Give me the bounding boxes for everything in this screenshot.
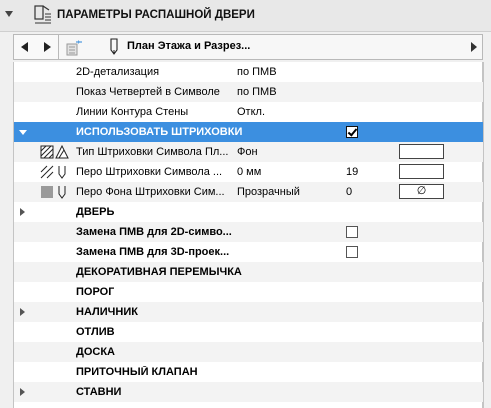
row-label: Перо Штриховки Символа ... xyxy=(76,166,223,178)
row-label: Замена ПМВ для 3D-проек... xyxy=(76,246,230,258)
section-label: СТАВНИ xyxy=(76,386,122,398)
fill-swatch[interactable] xyxy=(399,144,444,159)
expand-triangle-icon[interactable] xyxy=(19,130,27,135)
view-dropdown[interactable]: План Этажа и Разрез... xyxy=(103,35,483,59)
dropdown-arrow-icon xyxy=(471,42,477,52)
expand-triangle-icon[interactable] xyxy=(20,308,25,316)
transparent-swatch[interactable]: ∅ xyxy=(399,184,444,199)
panel-title: ПАРАМЕТРЫ РАСПАШНОЙ ДВЕРИ xyxy=(57,9,255,21)
section-decorative-lintel[interactable]: ДЕКОРАТИВНАЯ ПЕРЕМЫЧКА xyxy=(14,262,483,282)
next-button[interactable] xyxy=(36,35,59,59)
section-vent[interactable]: ПРИТОЧНЫЙ КЛАПАН xyxy=(14,362,483,382)
hatch-pattern-icon xyxy=(40,145,69,159)
section-use-hatching[interactable]: ИСПОЛЬЗОВАТЬ ШТРИХОВКИ xyxy=(14,122,483,142)
list-item[interactable]: Замена ПМВ для 3D-проек... xyxy=(14,242,483,262)
row-label: Показ Четвертей в Символе xyxy=(76,86,220,98)
scrollbar[interactable] xyxy=(483,62,484,408)
row-label: 2D-детализация xyxy=(76,66,160,78)
pen-number[interactable]: 0 xyxy=(346,186,352,198)
expand-triangle-icon[interactable] xyxy=(20,388,25,396)
section-casing[interactable]: НАЛИЧНИК xyxy=(14,302,483,322)
section-label: ИСПОЛЬЗОВАТЬ ШТРИХОВКИ xyxy=(76,126,243,138)
section-label: ПРИТОЧНЫЙ КЛАПАН xyxy=(76,366,198,378)
section-door[interactable]: ДВЕРЬ xyxy=(14,202,483,222)
row-value[interactable]: по ПМВ xyxy=(237,66,277,78)
panel-header[interactable]: ПАРАМЕТРЫ РАСПАШНОЙ ДВЕРИ xyxy=(0,0,491,32)
settings-list: 2D-детализация по ПМВ Показ Четвертей в … xyxy=(13,62,484,408)
row-value: Прозрачный xyxy=(237,186,300,198)
list-item[interactable]: Перо Штриховки Символа ... 0 мм 19 xyxy=(14,162,483,182)
override-3d-checkbox[interactable] xyxy=(346,246,358,258)
arrow-right-icon xyxy=(44,42,51,52)
document-icon xyxy=(66,40,82,56)
list-item[interactable]: Замена ПМВ для 2D-симво... xyxy=(14,222,483,242)
row-value[interactable]: по ПМВ xyxy=(237,86,277,98)
view-label: План Этажа и Разрез... xyxy=(127,40,251,52)
row-label: Замена ПМВ для 2D-симво... xyxy=(76,226,232,238)
use-hatching-checkbox[interactable] xyxy=(346,126,358,138)
list-item[interactable]: Тип Штриховки Символа Пл... Фон xyxy=(14,142,483,162)
collapse-triangle-icon[interactable] xyxy=(5,11,13,17)
list-item[interactable]: Линии Контура Стены Откл. xyxy=(14,102,483,122)
row-label: Линии Контура Стены xyxy=(76,106,189,118)
door-settings-icon xyxy=(34,5,52,28)
section-board[interactable]: ДОСКА xyxy=(14,342,483,362)
section-label: ДВЕРЬ xyxy=(76,206,115,218)
previous-button[interactable] xyxy=(14,35,37,59)
section-label: ОТЛИВ xyxy=(76,326,115,338)
pen-icon xyxy=(110,38,118,55)
list-item[interactable]: Показ Четвертей в Символе по ПМВ xyxy=(14,82,483,102)
pen-color-swatch[interactable] xyxy=(399,164,444,179)
hatch-pen-icon xyxy=(40,165,66,179)
section-drip[interactable]: ОТЛИВ xyxy=(14,322,483,342)
row-value[interactable]: Откл. xyxy=(237,106,265,118)
section-threshold[interactable]: ПОРОГ xyxy=(14,282,483,302)
row-value: 0 мм xyxy=(237,166,262,178)
background-pen-icon xyxy=(41,186,66,199)
arrow-left-icon xyxy=(21,42,28,52)
section-label: ДЕКОРАТИВНАЯ ПЕРЕМЫЧКА xyxy=(76,266,242,278)
document-settings-button[interactable] xyxy=(58,35,103,59)
section-label: НАЛИЧНИК xyxy=(76,306,138,318)
view-toolbar: План Этажа и Разрез... xyxy=(13,34,483,60)
override-2d-checkbox[interactable] xyxy=(346,226,358,238)
pen-number[interactable]: 19 xyxy=(346,166,358,178)
section-shutters[interactable]: СТАВНИ xyxy=(14,382,483,402)
list-item[interactable]: Перо Фона Штриховки Сим... Прозрачный 0 … xyxy=(14,182,483,202)
list-item[interactable]: 2D-детализация по ПМВ xyxy=(14,62,483,82)
row-label: Перо Фона Штриховки Сим... xyxy=(76,186,225,198)
row-value[interactable]: Фон xyxy=(237,146,258,158)
expand-triangle-icon[interactable] xyxy=(20,208,25,216)
row-label: Тип Штриховки Символа Пл... xyxy=(76,146,229,158)
section-label: ПОРОГ xyxy=(76,286,115,298)
section-label: ДОСКА xyxy=(76,346,115,358)
